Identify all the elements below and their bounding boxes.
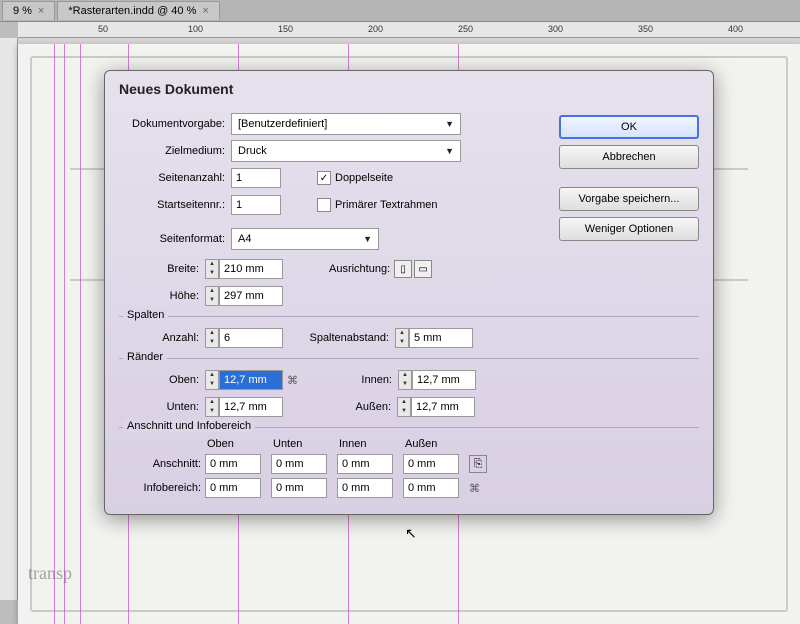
dialog-title: Neues Dokument [105, 71, 713, 105]
slug-top-input[interactable] [205, 478, 261, 498]
col-top: Oben [205, 438, 265, 450]
new-document-dialog: Neues Dokument OK Abbrechen Vorgabe spei… [104, 70, 714, 515]
chevron-down-icon: ▼ [445, 146, 454, 156]
link-margins-icon[interactable]: ⌘ [287, 374, 298, 387]
margins-legend: Ränder [123, 351, 167, 363]
ruler-vertical[interactable] [0, 38, 18, 600]
close-icon[interactable]: × [202, 5, 208, 17]
intent-dropdown[interactable]: Druck ▼ [231, 140, 461, 162]
tab-rasterarten[interactable]: *Rasterarten.indd @ 40 % × [57, 1, 219, 20]
gutter-label: Spaltenabstand: [283, 332, 395, 344]
margin-outside-label: Außen: [301, 401, 397, 413]
column-guide[interactable] [64, 44, 65, 624]
ruler-horizontal[interactable]: 50 100 150 200 250 300 350 400 [18, 22, 800, 38]
document-tabs: 9 % × *Rasterarten.indd @ 40 % × [0, 0, 800, 22]
ruler-tick: 100 [188, 24, 203, 34]
bleed-top-input[interactable] [205, 454, 261, 474]
orientation-label: Ausrichtung: [329, 263, 390, 275]
ok-button[interactable]: OK [559, 115, 699, 139]
gutter-input[interactable] [409, 328, 473, 348]
margin-top-stepper[interactable]: ▲▼ [205, 370, 219, 390]
bleed-outside-input[interactable] [403, 454, 459, 474]
width-stepper[interactable]: ▲▼ [205, 259, 219, 279]
margin-outside-stepper[interactable]: ▲▼ [397, 397, 411, 417]
bleed-bottom-input[interactable] [271, 454, 327, 474]
bleed-legend: Anschnitt und Infobereich [123, 420, 255, 432]
chevron-down-icon: ▼ [363, 234, 372, 244]
ruler-tick: 50 [98, 24, 108, 34]
tab-prev-doc[interactable]: 9 % × [2, 1, 55, 20]
link-bleed-icon[interactable]: ⎘ [469, 455, 487, 473]
margin-bottom-input[interactable] [219, 397, 283, 417]
ruler-tick: 250 [458, 24, 473, 34]
height-stepper[interactable]: ▲▼ [205, 286, 219, 306]
pages-input[interactable] [231, 168, 281, 188]
column-guide[interactable] [54, 44, 55, 624]
fewer-options-button[interactable]: Weniger Optionen [559, 217, 699, 241]
orientation-portrait-button[interactable]: ▯ [394, 260, 412, 278]
column-count-label: Anzahl: [119, 332, 205, 344]
pagesize-value: A4 [238, 233, 251, 245]
ruler-tick: 150 [278, 24, 293, 34]
slug-inside-input[interactable] [337, 478, 393, 498]
ruler-tick: 200 [368, 24, 383, 34]
height-input[interactable] [219, 286, 283, 306]
close-icon[interactable]: × [38, 5, 44, 17]
margin-inside-input[interactable] [412, 370, 476, 390]
facing-pages-label: Doppelseite [335, 172, 393, 184]
col-outside: Außen [403, 438, 463, 450]
slug-bottom-input[interactable] [271, 478, 327, 498]
height-label: Höhe: [119, 290, 205, 302]
ruler-tick: 350 [638, 24, 653, 34]
intent-value: Druck [238, 145, 267, 157]
col-bottom: Unten [271, 438, 331, 450]
save-preset-button[interactable]: Vorgabe speichern... [559, 187, 699, 211]
startpage-label: Startseitennr.: [119, 199, 231, 211]
margin-bottom-label: Unten: [119, 401, 205, 413]
tab-label: 9 % [13, 5, 32, 17]
margin-inside-label: Innen: [302, 374, 398, 386]
pagesize-label: Seitenformat: [119, 233, 231, 245]
width-input[interactable] [219, 259, 283, 279]
margin-bottom-stepper[interactable]: ▲▼ [205, 397, 219, 417]
column-count-input[interactable] [219, 328, 283, 348]
primary-textframe-checkbox[interactable] [317, 198, 331, 212]
slug-label: Infobereich: [119, 482, 207, 494]
intent-label: Zielmedium: [119, 145, 231, 157]
gutter-stepper[interactable]: ▲▼ [395, 328, 409, 348]
sketch-text: transp [28, 563, 72, 584]
column-count-stepper[interactable]: ▲▼ [205, 328, 219, 348]
pages-label: Seitenanzahl: [119, 172, 231, 184]
slug-outside-input[interactable] [403, 478, 459, 498]
chevron-down-icon: ▼ [445, 119, 454, 129]
tab-label: *Rasterarten.indd @ 40 % [68, 5, 196, 17]
cancel-button[interactable]: Abbrechen [559, 145, 699, 169]
columns-legend: Spalten [123, 309, 168, 321]
bleed-label: Anschnitt: [119, 458, 207, 470]
col-inside: Innen [337, 438, 397, 450]
preset-value: [Benutzerdefiniert] [238, 118, 327, 130]
pagesize-dropdown[interactable]: A4 ▼ [231, 228, 379, 250]
ruler-tick: 300 [548, 24, 563, 34]
margin-inside-stepper[interactable]: ▲▼ [398, 370, 412, 390]
ruler-tick: 400 [728, 24, 743, 34]
bleed-inside-input[interactable] [337, 454, 393, 474]
margin-outside-input[interactable] [411, 397, 475, 417]
column-guide[interactable] [80, 44, 81, 624]
orientation-landscape-button[interactable]: ▭ [414, 260, 432, 278]
facing-pages-checkbox[interactable]: ✓ [317, 171, 331, 185]
margin-top-input[interactable] [219, 370, 283, 390]
link-slug-icon[interactable]: ⌘ [469, 482, 497, 495]
width-label: Breite: [119, 263, 205, 275]
primary-textframe-label: Primärer Textrahmen [335, 199, 438, 211]
preset-label: Dokumentvorgabe: [119, 118, 231, 130]
preset-dropdown[interactable]: [Benutzerdefiniert] ▼ [231, 113, 461, 135]
margin-top-label: Oben: [119, 374, 205, 386]
startpage-input[interactable] [231, 195, 281, 215]
